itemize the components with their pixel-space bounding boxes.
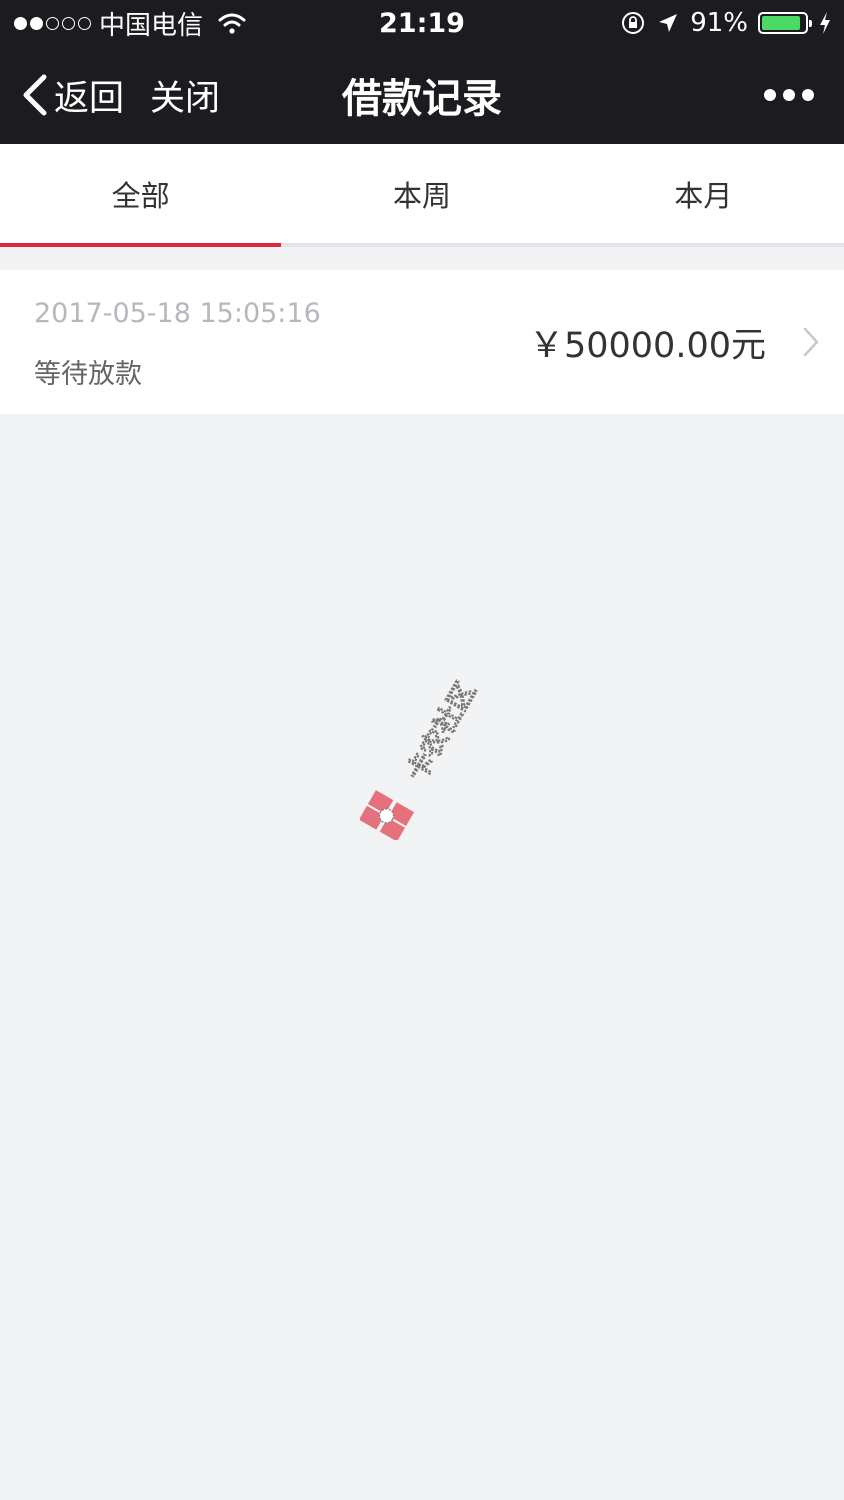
record-datetime: 2017-05-18 15:05:16 (34, 298, 321, 329)
more-dot-icon (802, 89, 814, 101)
filter-tabs: 全部 本周 本月 (0, 144, 844, 247)
chevron-left-icon (23, 74, 47, 116)
more-dot-icon (764, 89, 776, 101)
orientation-lock-icon (622, 12, 645, 34)
tab-all[interactable]: 全部 (0, 144, 282, 247)
more-options-button[interactable] (764, 46, 814, 144)
charging-bolt-icon (820, 12, 830, 34)
community-watermark-logo: 卡农社区 (360, 676, 482, 840)
more-dot-icon (783, 89, 795, 101)
back-button[interactable]: 返回 (20, 46, 124, 144)
page-title: 借款记录 (342, 76, 502, 122)
battery-icon (758, 12, 812, 34)
close-button[interactable]: 关闭 (150, 46, 220, 144)
record-amount: ￥50000.00元 (528, 325, 766, 366)
chevron-right-icon (803, 327, 819, 357)
nav-bar: 返回 关闭 借款记录 (0, 46, 844, 144)
loan-record-item[interactable]: 2017-05-18 15:05:16 等待放款 ￥50000.00元 (0, 270, 844, 414)
battery-level (762, 16, 801, 30)
status-right: 91% (620, 0, 832, 46)
back-label: 返回 (54, 78, 125, 119)
status-bar: 中国电信 21:19 91% (0, 0, 844, 46)
battery-percent: 91% (690, 8, 748, 38)
location-arrow-icon (659, 14, 678, 32)
watermark-text: 卡农社区 (400, 677, 481, 786)
record-status: 等待放款 (34, 359, 142, 390)
tab-this-month[interactable]: 本月 (563, 144, 844, 243)
tab-this-week[interactable]: 本周 (281, 144, 562, 243)
